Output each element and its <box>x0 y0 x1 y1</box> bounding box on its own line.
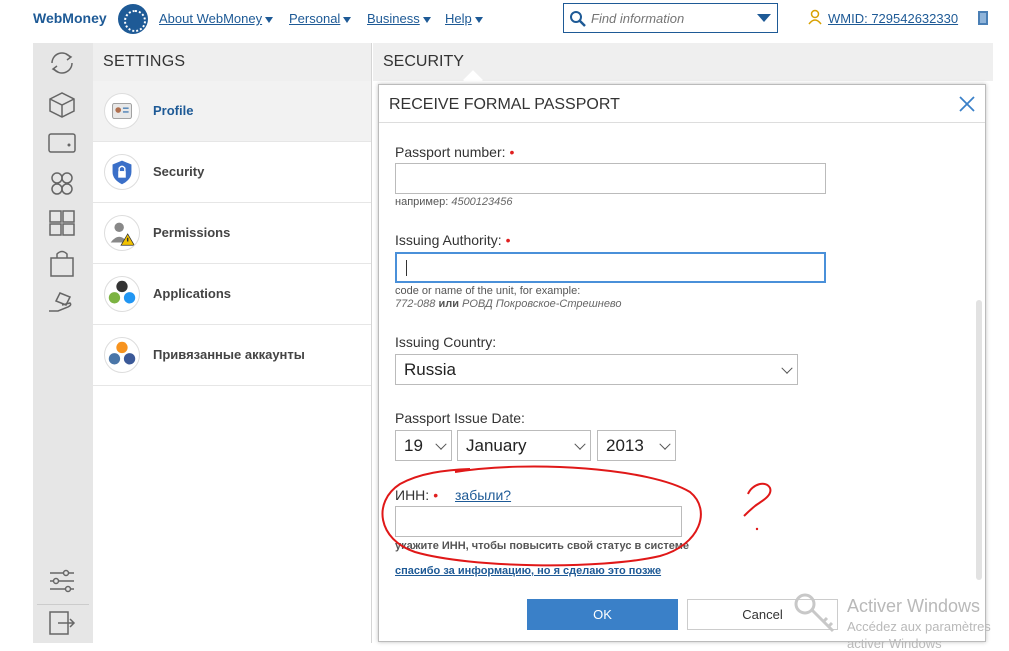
required-marker: • <box>433 487 439 503</box>
search-box[interactable] <box>563 3 778 33</box>
chevron-down-icon <box>265 16 274 23</box>
box-icon[interactable] <box>46 87 78 119</box>
close-icon[interactable] <box>957 94 977 114</box>
windows-activation-watermark: Activer Windows Accédez aux paramètres a… <box>847 596 991 651</box>
scrollbar-thumb[interactable] <box>976 300 982 580</box>
chevron-down-icon <box>574 438 586 450</box>
settings-item-profile[interactable]: Profile <box>93 81 371 142</box>
issue-month-select[interactable]: January <box>457 430 591 461</box>
ok-button[interactable]: OK <box>527 599 678 630</box>
settings-item-label: Permissions <box>153 225 231 240</box>
chevron-down-icon <box>781 362 793 374</box>
social-accounts-icon <box>104 337 140 373</box>
search-input[interactable] <box>591 8 746 28</box>
settings-item-label: Привязанные аккаунты <box>153 347 305 362</box>
logout-icon[interactable] <box>977 10 991 26</box>
top-bar: WebMoney About WebMoney Personal Busines… <box>0 0 1009 40</box>
issuing-authority-hint: code or name of the unit, for example: 7… <box>395 285 622 310</box>
chevron-down-icon <box>343 16 352 23</box>
search-icon <box>570 11 586 27</box>
settings-item-label: Applications <box>153 286 232 301</box>
sidebar-divider <box>37 604 89 605</box>
apps-icon <box>104 276 140 312</box>
issuing-country-select[interactable]: Russia <box>395 354 798 385</box>
settings-title: SETTINGS <box>93 43 371 81</box>
settings-item-security[interactable]: Security <box>93 142 371 203</box>
formal-passport-dialog: RECEIVE FORMAL PASSPORT Passport number:… <box>378 84 986 642</box>
user-icon <box>808 9 822 25</box>
chevron-down-icon <box>435 438 447 450</box>
inn-label: ИНН: • <box>395 487 439 503</box>
passport-number-label: Passport number: • <box>395 144 515 160</box>
dialog-header: RECEIVE FORMAL PASSPORT <box>379 85 985 123</box>
inn-hint: укажите ИНН, чтобы повысить свой статус … <box>395 540 689 552</box>
passport-number-hint: например: 4500123456 <box>395 196 513 208</box>
search-dropdown-icon[interactable] <box>757 14 771 22</box>
user-warning-icon <box>104 215 140 251</box>
webmoney-globe-icon[interactable] <box>118 4 148 34</box>
shopping-bag-icon[interactable] <box>46 247 78 279</box>
settings-column: SETTINGS Profile Security Permissions Ap… <box>93 43 372 643</box>
issue-year-select[interactable]: 2013 <box>597 430 676 461</box>
issue-day-select[interactable]: 19 <box>395 430 452 461</box>
issuing-country-label: Issuing Country: <box>395 334 497 350</box>
refresh-icon[interactable] <box>46 47 78 79</box>
settings-item-applications[interactable]: Applications <box>93 264 371 325</box>
settings-item-linked-accounts[interactable]: Привязанные аккаунты <box>93 325 371 386</box>
skip-later-link[interactable]: спасибо за информацию, но я сделаю это п… <box>395 565 661 577</box>
nav-personal[interactable]: Personal <box>289 11 352 26</box>
profile-card-icon <box>104 93 140 129</box>
nav-business[interactable]: Business <box>367 11 431 26</box>
wmid-link[interactable]: WMID: 729542632330 <box>828 11 958 26</box>
contacts-icon[interactable] <box>46 167 78 199</box>
chevron-down-icon <box>659 438 671 450</box>
text-cursor <box>406 260 407 276</box>
chevron-down-icon <box>422 16 431 23</box>
hand-money-icon[interactable] <box>46 287 78 319</box>
sliders-icon[interactable] <box>46 565 78 597</box>
nav-help[interactable]: Help <box>445 11 483 26</box>
services-grid-icon[interactable] <box>46 207 78 239</box>
issuing-authority-field[interactable] <box>395 252 826 283</box>
logo-text[interactable]: WebMoney <box>33 10 107 26</box>
settings-item-permissions[interactable]: Permissions <box>93 203 371 264</box>
exit-icon[interactable] <box>46 607 78 639</box>
issuing-authority-label: Issuing Authority: • <box>395 232 511 248</box>
app-icon-sidebar <box>33 43 93 643</box>
chevron-down-icon <box>474 16 483 23</box>
required-marker: • <box>505 232 511 248</box>
forgot-inn-link[interactable]: забыли? <box>455 487 511 503</box>
key-icon <box>794 593 835 633</box>
required-marker: • <box>509 144 515 160</box>
issue-date-label: Passport Issue Date: <box>395 410 525 426</box>
shield-lock-icon <box>104 154 140 190</box>
inn-field[interactable] <box>395 506 682 537</box>
settings-item-label: Profile <box>153 103 194 118</box>
settings-item-label: Security <box>153 164 205 179</box>
wallet-icon[interactable] <box>46 127 78 159</box>
dialog-title: RECEIVE FORMAL PASSPORT <box>389 96 620 113</box>
passport-number-field[interactable] <box>395 163 826 194</box>
nav-about[interactable]: About WebMoney <box>159 11 274 26</box>
